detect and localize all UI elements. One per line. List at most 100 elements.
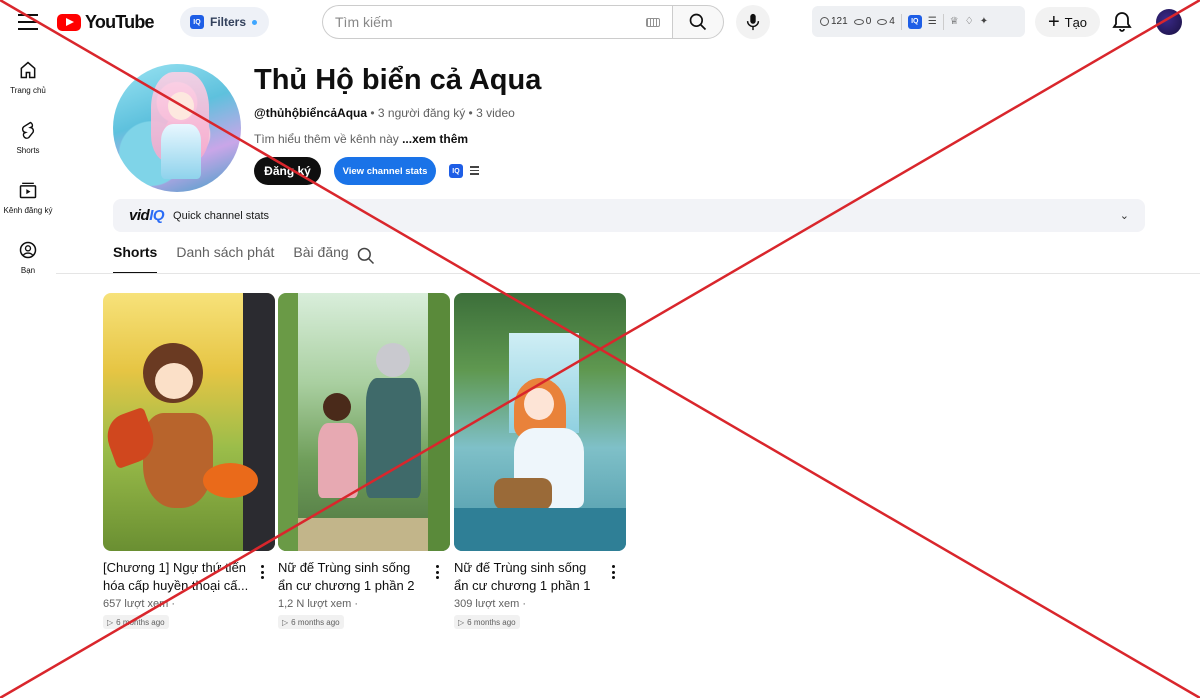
sidebar-item-home[interactable]: Trang chủ [0, 52, 56, 112]
vidiq-icon[interactable]: IQ [907, 14, 922, 29]
thumbnail-art [524, 388, 554, 420]
views-stat-b[interactable]: 4 [877, 16, 895, 27]
subscriber-count: 3 người đăng ký [377, 106, 466, 120]
meta-separator: • [367, 106, 378, 120]
short-views: 1,2 N lượt xem · [278, 598, 358, 610]
thumbnail-art [323, 393, 351, 421]
sidebar-item-shorts[interactable]: Shorts [0, 112, 56, 172]
meta-separator: • [465, 106, 477, 120]
thumbnail-art [155, 363, 193, 399]
clock-icon [820, 17, 829, 26]
thumbnail-art [376, 343, 410, 377]
thumbnail-art [428, 293, 450, 551]
thumbnail-art [494, 478, 552, 510]
vidiq-icon[interactable]: IQ [449, 164, 463, 178]
short-age: 6 months ago [291, 617, 340, 627]
shorts-icon: ▷ [282, 617, 289, 627]
vidiq-quick-stats-bar[interactable]: vidIQ Quick channel stats ⌄ [113, 199, 1145, 232]
youtube-logo[interactable]: YouTube [57, 12, 155, 33]
filters-button[interactable]: IQ Filters [180, 7, 270, 37]
short-title[interactable]: Nữ đế Trùng sinh sống ẩn cư chương 1 phầ… [278, 559, 428, 595]
divider [942, 13, 944, 30]
subscriptions-icon [19, 182, 37, 199]
sidebar-item-label: Trang chủ [10, 86, 46, 95]
keyboard-icon[interactable] [646, 17, 660, 27]
quick-stats-label: Quick channel stats [173, 209, 270, 222]
view-channel-stats-button[interactable]: View channel stats [334, 157, 436, 185]
bell-icon [1112, 12, 1132, 32]
views-stat-a[interactable]: 0 [853, 16, 872, 27]
search-bar [322, 5, 724, 39]
short-age-badge: ▷ 6 months ago [454, 615, 520, 629]
bulb-icon[interactable]: ♢ [965, 16, 974, 27]
sparkle-icon[interactable]: ✦ [980, 16, 988, 27]
list-icon[interactable]: ☰ [928, 16, 937, 27]
chevron-down-icon[interactable]: ⌄ [1120, 209, 1129, 222]
filters-label: Filters [210, 15, 247, 29]
views-b-count: 4 [889, 16, 895, 27]
eye-icon [853, 18, 864, 25]
thumbnail-art [298, 518, 428, 551]
short-title[interactable]: Nữ đế Trùng sinh sống ẩn cư chương 1 phầ… [454, 559, 604, 595]
avatar-art [161, 124, 201, 179]
more-options-icon[interactable] [432, 565, 442, 581]
channel-search-button[interactable] [356, 246, 376, 266]
shorts-icon: ▷ [107, 617, 114, 627]
menu-icon[interactable] [18, 14, 38, 30]
short-thumbnail[interactable] [278, 293, 450, 551]
thumbnail-art [366, 378, 421, 498]
microphone-icon [746, 13, 760, 31]
tab-posts[interactable]: Bài đăng [293, 244, 348, 274]
more-link[interactable]: ...xem thêm [402, 132, 468, 146]
channel-meta: @thủhộbiểncảAqua • 3 người đăng ký • 3 v… [254, 106, 515, 120]
history-count: 121 [831, 16, 848, 27]
tab-playlists[interactable]: Danh sách phát [176, 244, 274, 274]
notifications-button[interactable] [1110, 10, 1134, 34]
short-card[interactable]: Nữ đế Trùng sinh sống ẩn cư chương 1 phầ… [454, 293, 626, 629]
channel-avatar[interactable] [113, 64, 241, 192]
vidiq-logo-iq: IQ [149, 207, 165, 224]
eye-icon [877, 18, 888, 25]
short-card[interactable]: [Chương 1] Ngự thứ tiến hóa cấp huyền th… [103, 293, 275, 629]
short-views: 309 lượt xem · [454, 598, 527, 610]
thumbnail-art [143, 413, 213, 508]
short-card[interactable]: Nữ đế Trùng sinh sống ẩn cư chương 1 phầ… [278, 293, 450, 629]
more-options-icon[interactable] [608, 565, 618, 581]
short-thumbnail[interactable] [103, 293, 275, 551]
sidebar-item-label: Bạn [20, 266, 36, 275]
divider [900, 13, 902, 30]
short-thumbnail[interactable] [454, 293, 626, 551]
create-label: Tạo [1064, 14, 1088, 30]
thumbnail-art [318, 423, 358, 498]
trophy-icon[interactable]: ♕ [950, 16, 959, 27]
thumbnail-art [243, 293, 275, 551]
vidiq-logo: vidIQ [129, 207, 165, 224]
channel-tabs: Shorts Danh sách phát Bài đăng [113, 244, 349, 274]
shorts-icon: ▷ [458, 617, 465, 627]
short-views: 657 lượt xem · [103, 598, 176, 610]
thumbnail-art [454, 508, 626, 551]
account-avatar[interactable] [1156, 9, 1182, 35]
views-a-count: 0 [865, 16, 872, 27]
history-stat[interactable]: 121 [820, 16, 848, 27]
short-title[interactable]: [Chương 1] Ngự thứ tiến hóa cấp huyền th… [103, 559, 253, 595]
tab-shorts[interactable]: Shorts [113, 244, 158, 274]
subscribe-button[interactable]: Đăng ký [254, 157, 321, 185]
youtube-play-icon [57, 14, 81, 31]
search-input[interactable] [335, 14, 646, 30]
search-box [322, 5, 672, 39]
sidebar-item-subscriptions[interactable]: Kênh đăng ký [0, 172, 56, 232]
description-text: Tìm hiểu thêm về kênh này [254, 132, 403, 146]
top-bar: YouTube IQ Filters 121 0 4 IQ ☰ ♕ ♢ ✦ + … [0, 0, 1200, 44]
sidebar-item-you[interactable]: Bạn [0, 232, 56, 292]
menu-icon[interactable] [470, 166, 479, 177]
channel-handle: @thủhộbiểncảAqua [254, 106, 368, 120]
voice-search-button[interactable] [736, 5, 770, 39]
short-age-badge: ▷ 6 months ago [103, 615, 169, 629]
create-button[interactable]: + Tạo [1035, 7, 1100, 37]
video-count: 3 video [476, 106, 515, 120]
search-button[interactable] [672, 5, 724, 39]
channel-description[interactable]: Tìm hiểu thêm về kênh này ...xem thêm [254, 132, 468, 146]
shorts-icon [21, 121, 35, 139]
more-options-icon[interactable] [257, 565, 267, 581]
